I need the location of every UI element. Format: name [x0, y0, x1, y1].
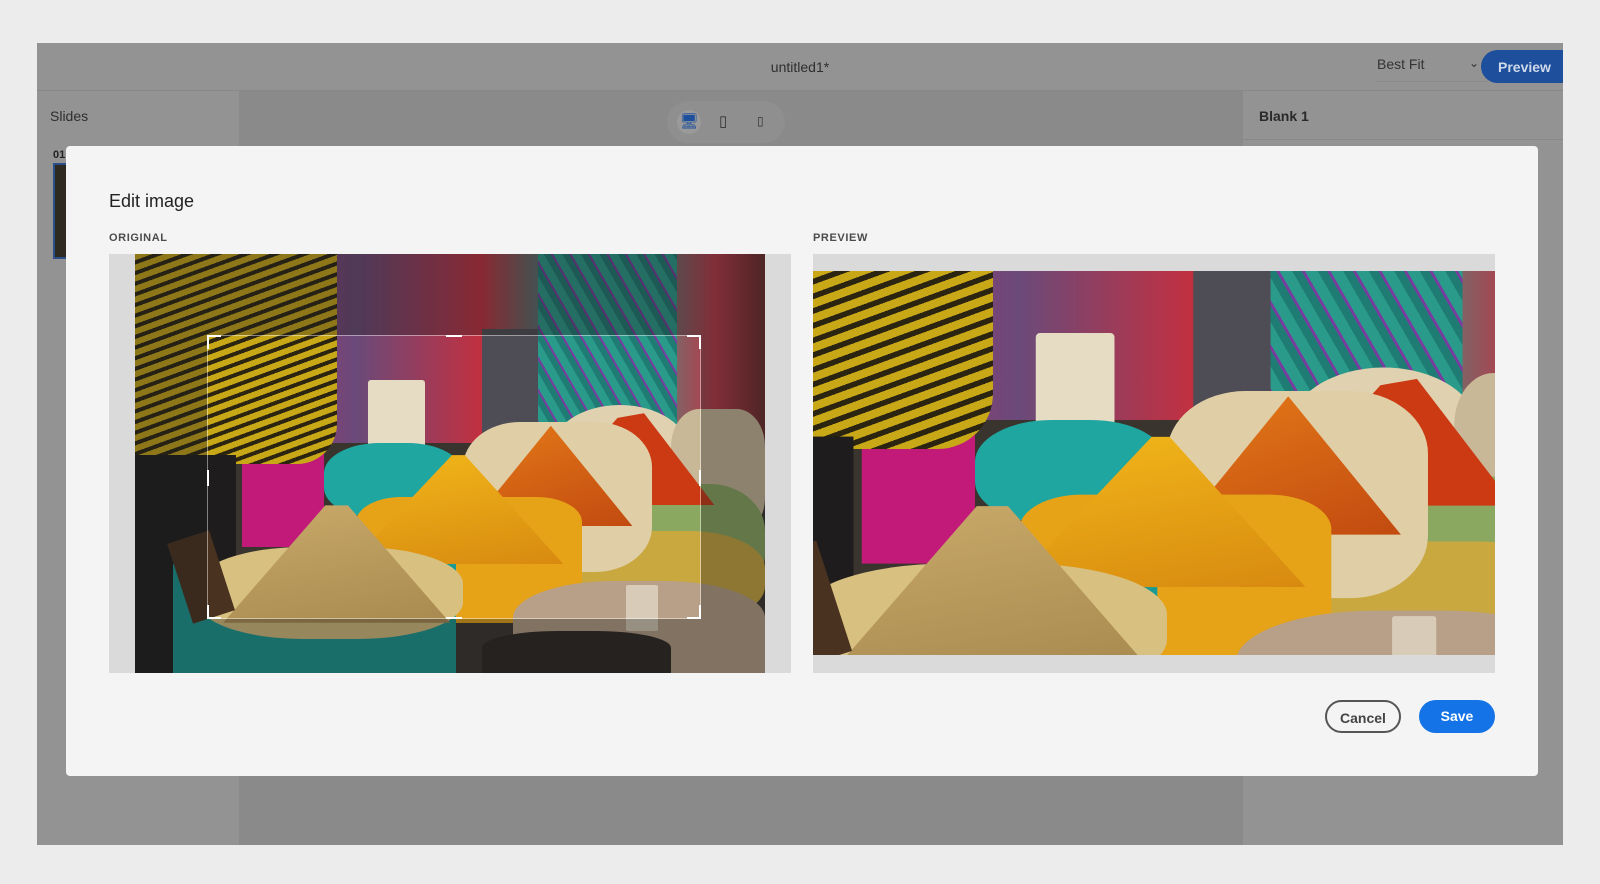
cancel-button[interactable]: Cancel	[1325, 700, 1401, 733]
crop-mask	[701, 335, 765, 619]
crop-handle-top[interactable]	[446, 335, 462, 337]
slide-number: 01	[53, 149, 66, 161]
preview-image	[813, 271, 1495, 655]
crop-mask	[135, 335, 207, 619]
device-toggle: 🖥 ▯ ▯	[667, 101, 785, 143]
slides-title: Slides	[50, 108, 89, 124]
tablet-icon[interactable]: ▯	[719, 112, 727, 130]
chevron-down-icon: ⌄	[1468, 56, 1479, 70]
crop-handle-top-left[interactable]	[207, 335, 221, 349]
crop-handle-left[interactable]	[207, 470, 209, 486]
photo-region	[813, 271, 993, 449]
preview-button[interactable]: Preview	[1481, 50, 1563, 83]
document-title: untitled1*	[770, 59, 830, 75]
original-label: ORIGINAL	[109, 232, 168, 244]
crop-mask	[135, 254, 765, 335]
preview-label: PREVIEW	[813, 232, 868, 244]
save-button[interactable]: Save	[1419, 700, 1495, 733]
crop-handle-top-right[interactable]	[687, 335, 701, 349]
desktop-icon[interactable]: 🖥	[677, 110, 701, 134]
preview-image-panel	[813, 254, 1495, 673]
zoom-select[interactable]: Best Fit ⌄	[1377, 56, 1487, 82]
zoom-select-value: Best Fit	[1377, 56, 1425, 72]
photo-region	[1392, 616, 1437, 655]
mobile-icon[interactable]: ▯	[757, 114, 764, 128]
spice-market-photo	[813, 271, 1495, 655]
photo-region	[1035, 332, 1115, 431]
divider	[1243, 139, 1563, 140]
crop-handle-bottom[interactable]	[446, 617, 462, 619]
dialog-title: Edit image	[109, 191, 195, 211]
crop-handle-right[interactable]	[699, 470, 701, 486]
crop-handle-bottom-left[interactable]	[207, 605, 221, 619]
properties-title: Blank 1	[1259, 108, 1309, 124]
crop-mask	[135, 619, 765, 673]
crop-box[interactable]	[207, 335, 701, 619]
crop-handle-bottom-right[interactable]	[687, 605, 701, 619]
edit-image-dialog: Edit image ORIGINAL PREVIEW Cancel Save	[66, 146, 1538, 776]
header: untitled1* Best Fit ⌄ Preview	[37, 43, 1563, 91]
original-image-panel	[109, 254, 791, 673]
